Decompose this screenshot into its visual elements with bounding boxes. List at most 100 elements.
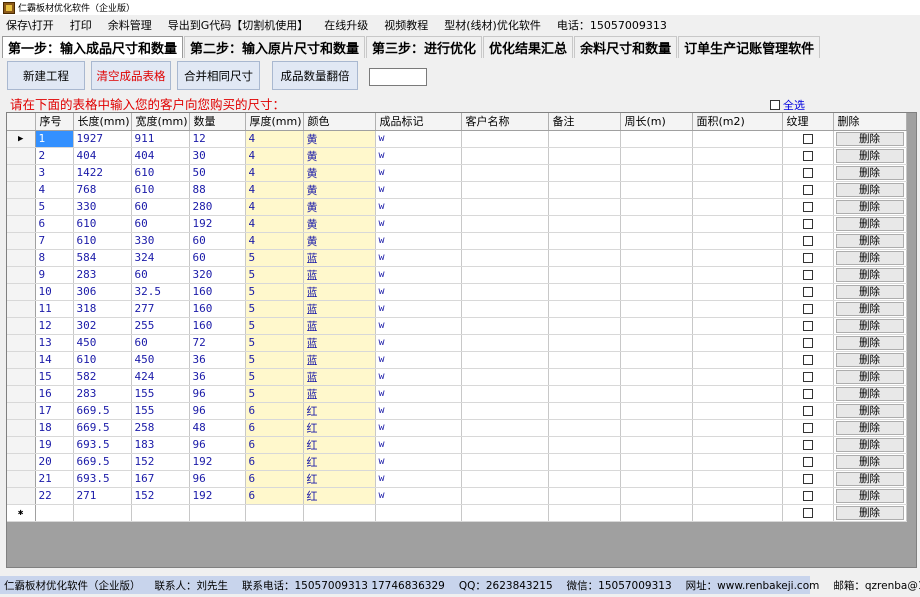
width-cell[interactable]: 404	[131, 147, 190, 165]
thickness-cell[interactable]	[245, 504, 304, 522]
grain-checkbox[interactable]	[802, 423, 813, 433]
note-cell[interactable]	[548, 300, 621, 318]
note-cell[interactable]	[548, 198, 621, 216]
row-header[interactable]	[7, 368, 36, 386]
color-cell[interactable]: 蓝	[303, 385, 376, 403]
col-header-qty[interactable]: 数量	[189, 113, 246, 131]
customer-cell[interactable]	[461, 385, 549, 403]
width-cell[interactable]: 60	[131, 334, 190, 352]
delete-button[interactable]: 删除	[835, 352, 904, 367]
perimeter-cell[interactable]	[620, 232, 693, 250]
color-cell[interactable]: 黄	[303, 181, 376, 199]
note-cell[interactable]	[548, 453, 621, 471]
delete-button[interactable]: 删除	[835, 250, 904, 265]
grain-cell[interactable]	[782, 351, 834, 369]
perimeter-cell[interactable]	[620, 215, 693, 233]
delete-button[interactable]: 删除	[835, 471, 904, 486]
select-all-checkbox[interactable]: 全选	[770, 97, 805, 113]
row-header[interactable]	[7, 470, 36, 488]
qty-cell[interactable]: 60	[189, 249, 246, 267]
qty-cell[interactable]: 72	[189, 334, 246, 352]
row-header[interactable]	[7, 436, 36, 454]
grain-checkbox[interactable]	[802, 321, 813, 331]
thickness-cell[interactable]: 5	[245, 385, 304, 403]
color-cell[interactable]: 蓝	[303, 317, 376, 335]
delete-cell[interactable]: 删除	[833, 249, 907, 267]
perimeter-cell[interactable]	[620, 317, 693, 335]
delete-button[interactable]: 删除	[835, 437, 904, 452]
row-header[interactable]	[7, 232, 36, 250]
customer-cell[interactable]	[461, 419, 549, 437]
grain-checkbox[interactable]	[802, 236, 813, 246]
delete-button[interactable]: 删除	[835, 216, 904, 231]
grain-cell[interactable]	[782, 334, 834, 352]
grain-cell[interactable]	[782, 317, 834, 335]
delete-button[interactable]: 删除	[835, 284, 904, 299]
qty-cell[interactable]: 50	[189, 164, 246, 182]
thickness-cell[interactable]: 6	[245, 436, 304, 454]
thickness-cell[interactable]: 4	[245, 215, 304, 233]
row-header[interactable]: ✱	[7, 504, 36, 522]
length-cell[interactable]: 669.5	[73, 402, 132, 420]
grain-cell[interactable]	[782, 504, 834, 522]
color-cell[interactable]: 黄	[303, 215, 376, 233]
seq-cell[interactable]: 14	[35, 351, 74, 369]
qty-cell[interactable]: 192	[189, 453, 246, 471]
row-header[interactable]: ▶	[7, 130, 36, 148]
col-header-perimeter[interactable]: 周长(m)	[620, 113, 693, 131]
width-cell[interactable]: 60	[131, 266, 190, 284]
delete-button[interactable]: 删除	[835, 488, 904, 503]
double-qty-input[interactable]	[369, 68, 427, 86]
seq-cell[interactable]: 10	[35, 283, 74, 301]
delete-button[interactable]: 删除	[835, 420, 904, 435]
grain-checkbox[interactable]	[802, 219, 813, 229]
delete-cell[interactable]: 删除	[833, 215, 907, 233]
grain-cell[interactable]	[782, 181, 834, 199]
qty-cell[interactable]: 88	[189, 181, 246, 199]
table-row[interactable]: 9 283 60 320 5 蓝 w 删除	[7, 266, 907, 284]
row-header[interactable]	[7, 147, 36, 165]
length-cell[interactable]: 302	[73, 317, 132, 335]
delete-cell[interactable]: 删除	[833, 470, 907, 488]
thickness-cell[interactable]: 5	[245, 266, 304, 284]
grain-checkbox[interactable]	[802, 202, 813, 212]
delete-cell[interactable]: 删除	[833, 317, 907, 335]
area-cell[interactable]	[692, 317, 783, 335]
grain-cell[interactable]	[782, 402, 834, 420]
customer-cell[interactable]	[461, 504, 549, 522]
delete-cell[interactable]: 删除	[833, 402, 907, 420]
grain-cell[interactable]	[782, 232, 834, 250]
row-header[interactable]	[7, 351, 36, 369]
thickness-cell[interactable]: 5	[245, 334, 304, 352]
perimeter-cell[interactable]	[620, 334, 693, 352]
perimeter-cell[interactable]	[620, 198, 693, 216]
qty-cell[interactable]: 160	[189, 300, 246, 318]
customer-cell[interactable]	[461, 402, 549, 420]
checkbox-icon[interactable]	[770, 100, 780, 110]
delete-cell[interactable]: 删除	[833, 504, 907, 522]
col-header-width[interactable]: 宽度(mm)	[131, 113, 190, 131]
length-cell[interactable]: 669.5	[73, 419, 132, 437]
perimeter-cell[interactable]	[620, 130, 693, 148]
row-header[interactable]	[7, 402, 36, 420]
qty-cell[interactable]: 320	[189, 266, 246, 284]
thickness-cell[interactable]: 5	[245, 317, 304, 335]
grain-cell[interactable]	[782, 385, 834, 403]
col-header-color[interactable]: 颜色	[303, 113, 376, 131]
mark-cell[interactable]: w	[375, 147, 462, 165]
customer-cell[interactable]	[461, 181, 549, 199]
qty-cell[interactable]: 48	[189, 419, 246, 437]
area-cell[interactable]	[692, 487, 783, 505]
width-cell[interactable]: 152	[131, 453, 190, 471]
thickness-cell[interactable]: 6	[245, 402, 304, 420]
color-cell[interactable]: 蓝	[303, 368, 376, 386]
area-cell[interactable]	[692, 402, 783, 420]
seq-cell[interactable]	[35, 504, 74, 522]
seq-cell[interactable]: 22	[35, 487, 74, 505]
seq-cell[interactable]: 9	[35, 266, 74, 284]
area-cell[interactable]	[692, 283, 783, 301]
width-cell[interactable]	[131, 504, 190, 522]
tab-step3[interactable]: 第三步：进行优化	[366, 36, 483, 58]
width-cell[interactable]: 424	[131, 368, 190, 386]
row-header[interactable]	[7, 487, 36, 505]
